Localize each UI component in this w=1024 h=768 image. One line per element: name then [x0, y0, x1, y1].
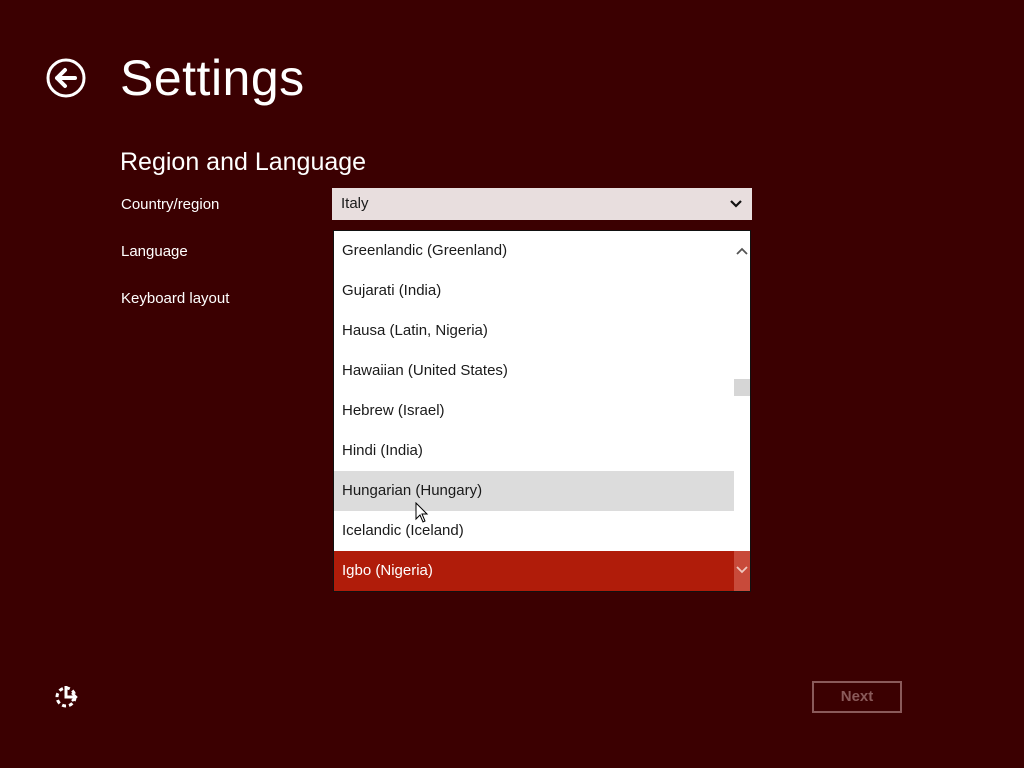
list-item[interactable]: Hindi (India): [334, 431, 734, 471]
ease-of-access-icon: [55, 686, 78, 708]
next-button[interactable]: Next: [812, 681, 902, 713]
keyboard-layout-label: Keyboard layout: [121, 290, 230, 307]
list-item[interactable]: Icelandic (Iceland): [334, 511, 734, 551]
language-label: Language: [121, 243, 188, 260]
list-item[interactable]: Gujarati (India): [334, 271, 734, 311]
list-item[interactable]: Greenlandic (Greenland): [334, 231, 734, 271]
back-arrow-icon: [46, 58, 86, 98]
back-button[interactable]: [46, 58, 86, 98]
chevron-down-icon: [730, 200, 742, 208]
settings-page: Settings Region and Language Country/reg…: [0, 0, 1024, 768]
list-item-selected[interactable]: Igbo (Nigeria): [334, 551, 734, 591]
scroll-down-icon: [736, 566, 748, 574]
language-dropdown-list[interactable]: Greenlandic (Greenland) Gujarati (India)…: [333, 230, 751, 592]
scrollbar[interactable]: [734, 231, 750, 591]
page-title: Settings: [120, 50, 305, 106]
country-region-value: Italy: [341, 195, 369, 212]
list-item[interactable]: Hausa (Latin, Nigeria): [334, 311, 734, 351]
country-region-select[interactable]: Italy: [332, 188, 752, 220]
mouse-cursor-icon: [415, 502, 429, 523]
country-region-label: Country/region: [121, 196, 220, 213]
list-item-hovered[interactable]: Hungarian (Hungary): [334, 471, 750, 511]
scroll-up-icon[interactable]: [734, 241, 750, 261]
list-item[interactable]: Hawaiian (United States): [334, 351, 734, 391]
section-title: Region and Language: [120, 148, 367, 176]
scroll-down-button[interactable]: [734, 551, 750, 591]
scroll-thumb[interactable]: [734, 379, 750, 396]
ease-of-access-button[interactable]: [52, 683, 80, 711]
list-item[interactable]: Hebrew (Israel): [334, 391, 734, 431]
